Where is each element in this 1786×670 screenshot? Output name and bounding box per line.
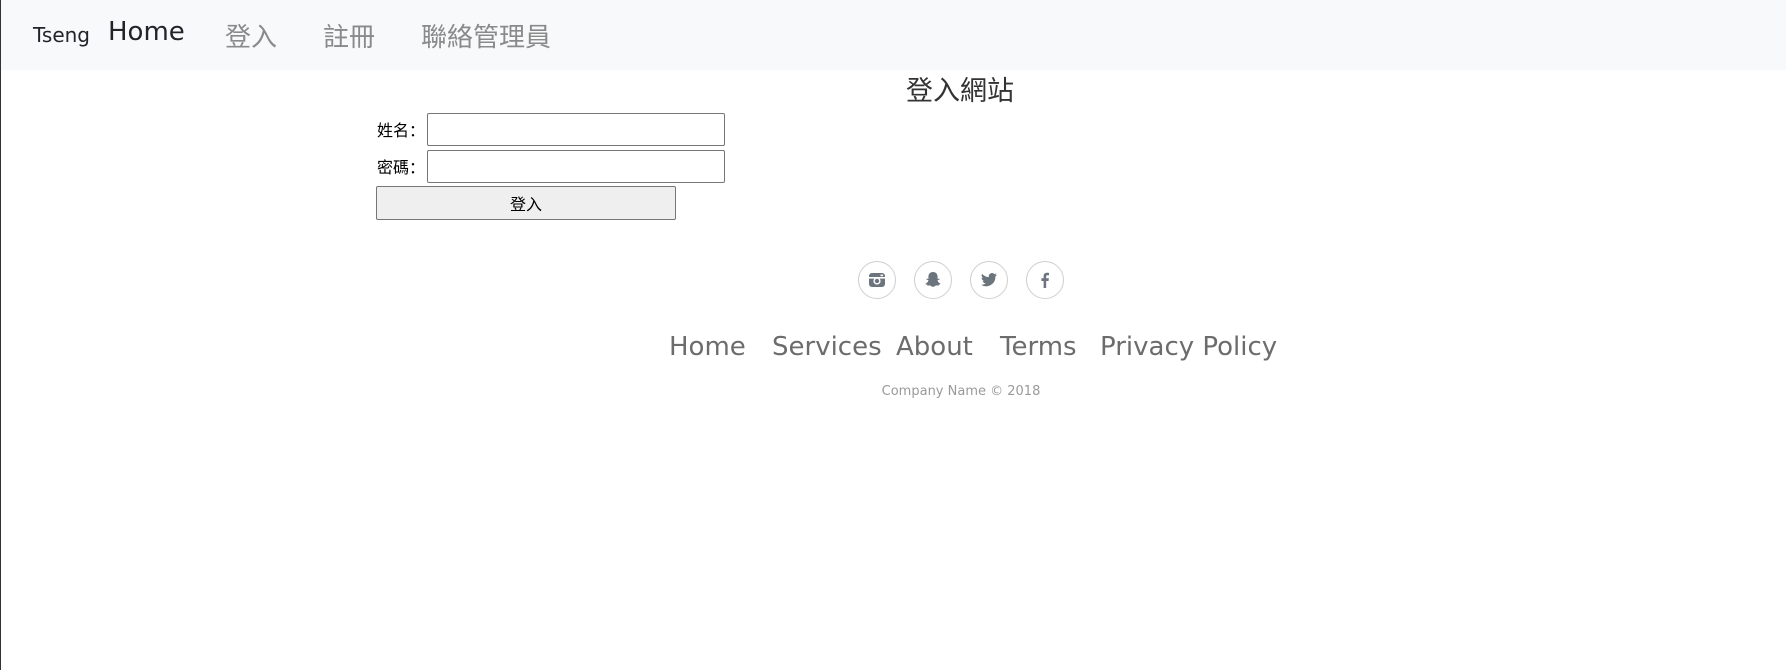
instagram-link[interactable] — [858, 261, 896, 299]
instagram-icon — [869, 273, 885, 287]
snapchat-link[interactable] — [914, 261, 952, 299]
login-button[interactable]: 登入 — [376, 186, 676, 220]
name-input[interactable] — [427, 113, 725, 146]
twitter-link[interactable] — [970, 261, 1008, 299]
password-input[interactable] — [427, 150, 725, 183]
nav-contact-admin[interactable]: 聯絡管理員 — [421, 17, 551, 54]
navbar: Tseng Home 登入 註冊 聯絡管理員 — [1, 0, 1786, 70]
footer-link-home[interactable]: Home — [669, 332, 746, 362]
footer-link-privacy-policy[interactable]: Privacy Policy — [1100, 332, 1277, 362]
nav-register[interactable]: 註冊 — [323, 17, 375, 54]
footer-link-services[interactable]: Services — [772, 332, 882, 362]
snapchat-icon — [925, 272, 941, 287]
facebook-icon — [1041, 272, 1049, 288]
name-label: 姓名： — [377, 121, 426, 140]
nav-login[interactable]: 登入 — [225, 17, 277, 54]
page-title: 登入網站 — [906, 76, 1014, 107]
twitter-icon — [981, 273, 997, 287]
password-label: 密碼： — [377, 158, 426, 177]
brand[interactable]: Tseng — [33, 23, 90, 47]
footer-link-about[interactable]: About — [896, 332, 973, 362]
facebook-link[interactable] — [1026, 261, 1064, 299]
copyright: Company Name © 2018 — [881, 384, 1041, 399]
nav-home[interactable]: Home — [108, 17, 185, 47]
footer-link-terms[interactable]: Terms — [1000, 332, 1077, 362]
